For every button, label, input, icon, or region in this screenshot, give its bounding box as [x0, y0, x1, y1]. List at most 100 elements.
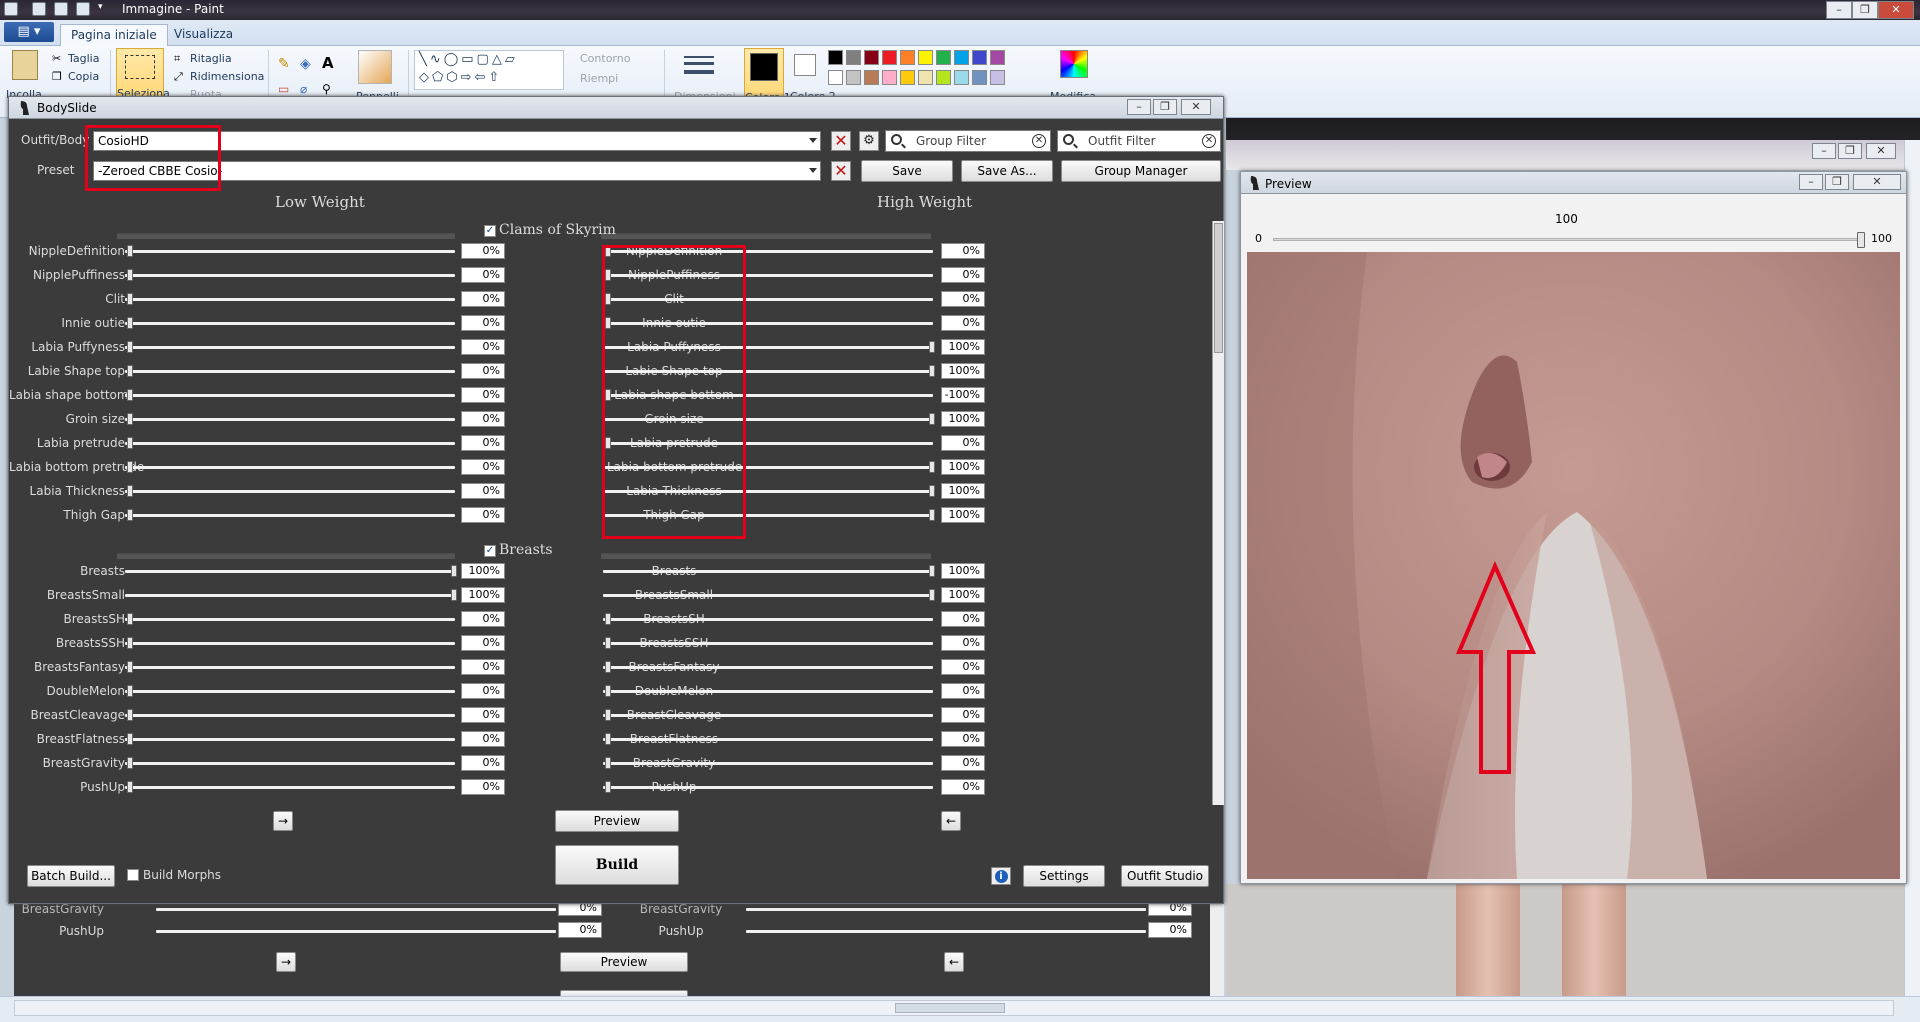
color-swatch[interactable] — [864, 50, 879, 65]
close-button[interactable]: ✕ — [1853, 174, 1901, 190]
high-weight-slider-track[interactable] — [603, 666, 933, 669]
high-weight-slider-thumb[interactable] — [605, 733, 611, 745]
minimize-button[interactable]: – — [1812, 143, 1836, 159]
high-weight-slider-track[interactable] — [603, 786, 933, 789]
high-weight-value[interactable]: 100% — [941, 411, 985, 427]
low-weight-slider-track[interactable] — [125, 786, 455, 789]
color-swatch[interactable] — [918, 70, 933, 85]
color-swatch[interactable] — [882, 70, 897, 85]
outfit-filter-input[interactable]: Outfit Filter ✕ — [1057, 130, 1221, 152]
color-swatch[interactable] — [828, 50, 843, 65]
high-weight-value[interactable]: 0% — [941, 779, 985, 795]
minimize-button[interactable]: – — [1826, 1, 1852, 19]
maximize-button[interactable]: ❐ — [1825, 174, 1849, 190]
low-weight-value[interactable]: 0% — [461, 339, 505, 355]
eraser-icon[interactable]: ▭ — [278, 82, 289, 96]
high-weight-value[interactable]: 100% — [941, 507, 985, 523]
low-weight-slider-track[interactable] — [125, 666, 455, 669]
crop-button[interactable]: Ritaglia — [190, 52, 232, 65]
low-weight-slider-thumb[interactable] — [127, 509, 133, 521]
outfit-studio-button[interactable]: Outfit Studio — [1121, 865, 1209, 887]
high-weight-value[interactable]: 0% — [941, 755, 985, 771]
color-swatch[interactable] — [954, 70, 969, 85]
low-weight-slider-thumb[interactable] — [127, 781, 133, 793]
copy-to-high-arrow-button[interactable]: ← — [941, 811, 961, 831]
low-weight-slider-track[interactable] — [125, 642, 455, 645]
low-weight-value[interactable]: 0% — [461, 507, 505, 523]
delete-outfit-button[interactable]: ✕ — [831, 131, 851, 151]
build-button[interactable]: Build — [555, 845, 679, 885]
high-weight-value[interactable]: 100% — [941, 459, 985, 475]
low-weight-slider-track[interactable] — [125, 714, 455, 717]
high-weight-slider-thumb[interactable] — [605, 781, 611, 793]
low-weight-slider-thumb[interactable] — [127, 485, 133, 497]
high-weight-value[interactable]: 0% — [941, 635, 985, 651]
pencil-icon[interactable]: ✎ — [278, 56, 290, 72]
fill-dropdown[interactable]: Riempi — [580, 72, 618, 85]
save-icon[interactable] — [32, 2, 46, 16]
low-weight-value[interactable]: 0% — [461, 755, 505, 771]
shapes-gallery[interactable]: ╲∿◯▭▢△▱ ◇⬠⬡⇨⇦⇧ — [414, 50, 564, 90]
low-weight-value[interactable]: 0% — [461, 243, 505, 259]
high-weight-value[interactable]: 0% — [941, 611, 985, 627]
group-manager-button[interactable]: Group Manager — [1061, 160, 1221, 182]
high-weight-slider-thumb[interactable] — [605, 637, 611, 649]
low-weight-slider-track[interactable] — [125, 738, 455, 741]
close-button[interactable]: ✕ — [1866, 143, 1896, 159]
outline-dropdown[interactable]: Contorno — [580, 52, 630, 65]
close-button[interactable]: ✕ — [1181, 99, 1211, 115]
color-swatch[interactable] — [882, 50, 897, 65]
low-weight-value[interactable]: 0% — [461, 267, 505, 283]
low-weight-slider-thumb[interactable] — [127, 317, 133, 329]
low-weight-slider-thumb[interactable] — [127, 685, 133, 697]
canvas-hscroll[interactable] — [14, 1000, 1894, 1016]
undo-icon[interactable] — [54, 2, 68, 16]
low-weight-value[interactable]: 0% — [461, 731, 505, 747]
group-checkbox[interactable]: ✓ — [484, 545, 496, 557]
magnifier-icon[interactable]: ⚲ — [322, 82, 331, 96]
save-button[interactable]: Save — [861, 160, 953, 182]
low-weight-slider-track[interactable] — [125, 370, 455, 373]
low-weight-slider-thumb[interactable] — [451, 565, 457, 577]
color-swatch[interactable] — [990, 70, 1005, 85]
settings-button[interactable]: Settings — [1023, 865, 1105, 887]
high-weight-value[interactable]: 0% — [941, 731, 985, 747]
low-weight-slider-thumb[interactable] — [127, 341, 133, 353]
maximize-button[interactable]: ❐ — [1852, 1, 1878, 19]
build-morphs-checkbox[interactable] — [127, 869, 139, 881]
color-swatch[interactable] — [954, 50, 969, 65]
color-swatch[interactable] — [846, 50, 861, 65]
high-weight-value[interactable]: 0% — [941, 243, 985, 259]
low-weight-value[interactable]: 0% — [461, 635, 505, 651]
high-weight-slider-thumb[interactable] — [929, 365, 935, 377]
slider-scrollbar[interactable] — [1212, 221, 1224, 805]
high-weight-slider-thumb[interactable] — [929, 565, 935, 577]
high-weight-slider-thumb[interactable] — [605, 709, 611, 721]
color-swatch[interactable] — [900, 50, 915, 65]
high-weight-slider-thumb[interactable] — [929, 509, 935, 521]
low-weight-slider-track[interactable] — [125, 466, 455, 469]
delete-preset-button[interactable]: ✕ — [831, 161, 851, 181]
low-weight-slider-track[interactable] — [125, 418, 455, 421]
edit-colors-icon[interactable] — [1060, 50, 1088, 78]
high-weight-value[interactable]: 0% — [941, 291, 985, 307]
high-weight-value[interactable]: 0% — [941, 659, 985, 675]
low-weight-slider-thumb[interactable] — [127, 709, 133, 721]
low-weight-slider-track[interactable] — [125, 594, 455, 597]
color-swatch[interactable] — [936, 50, 951, 65]
tab-view[interactable]: Visualizza — [164, 24, 243, 46]
low-weight-value[interactable]: 0% — [461, 459, 505, 475]
low-weight-value[interactable]: 0% — [461, 683, 505, 699]
low-weight-slider-thumb[interactable] — [451, 589, 457, 601]
low-weight-slider-thumb[interactable] — [127, 365, 133, 377]
low-weight-slider-thumb[interactable] — [127, 661, 133, 673]
low-weight-value[interactable]: 0% — [461, 315, 505, 331]
high-weight-value[interactable]: 0% — [941, 267, 985, 283]
high-weight-slider-thumb[interactable] — [605, 757, 611, 769]
tab-home[interactable]: Pagina iniziale — [60, 24, 168, 46]
low-weight-slider-track[interactable] — [125, 346, 455, 349]
batch-build-button[interactable]: Batch Build... — [27, 865, 115, 887]
low-weight-value[interactable]: 0% — [461, 779, 505, 795]
high-weight-slider-track[interactable] — [603, 690, 933, 693]
maximize-button[interactable]: ❐ — [1153, 99, 1177, 115]
